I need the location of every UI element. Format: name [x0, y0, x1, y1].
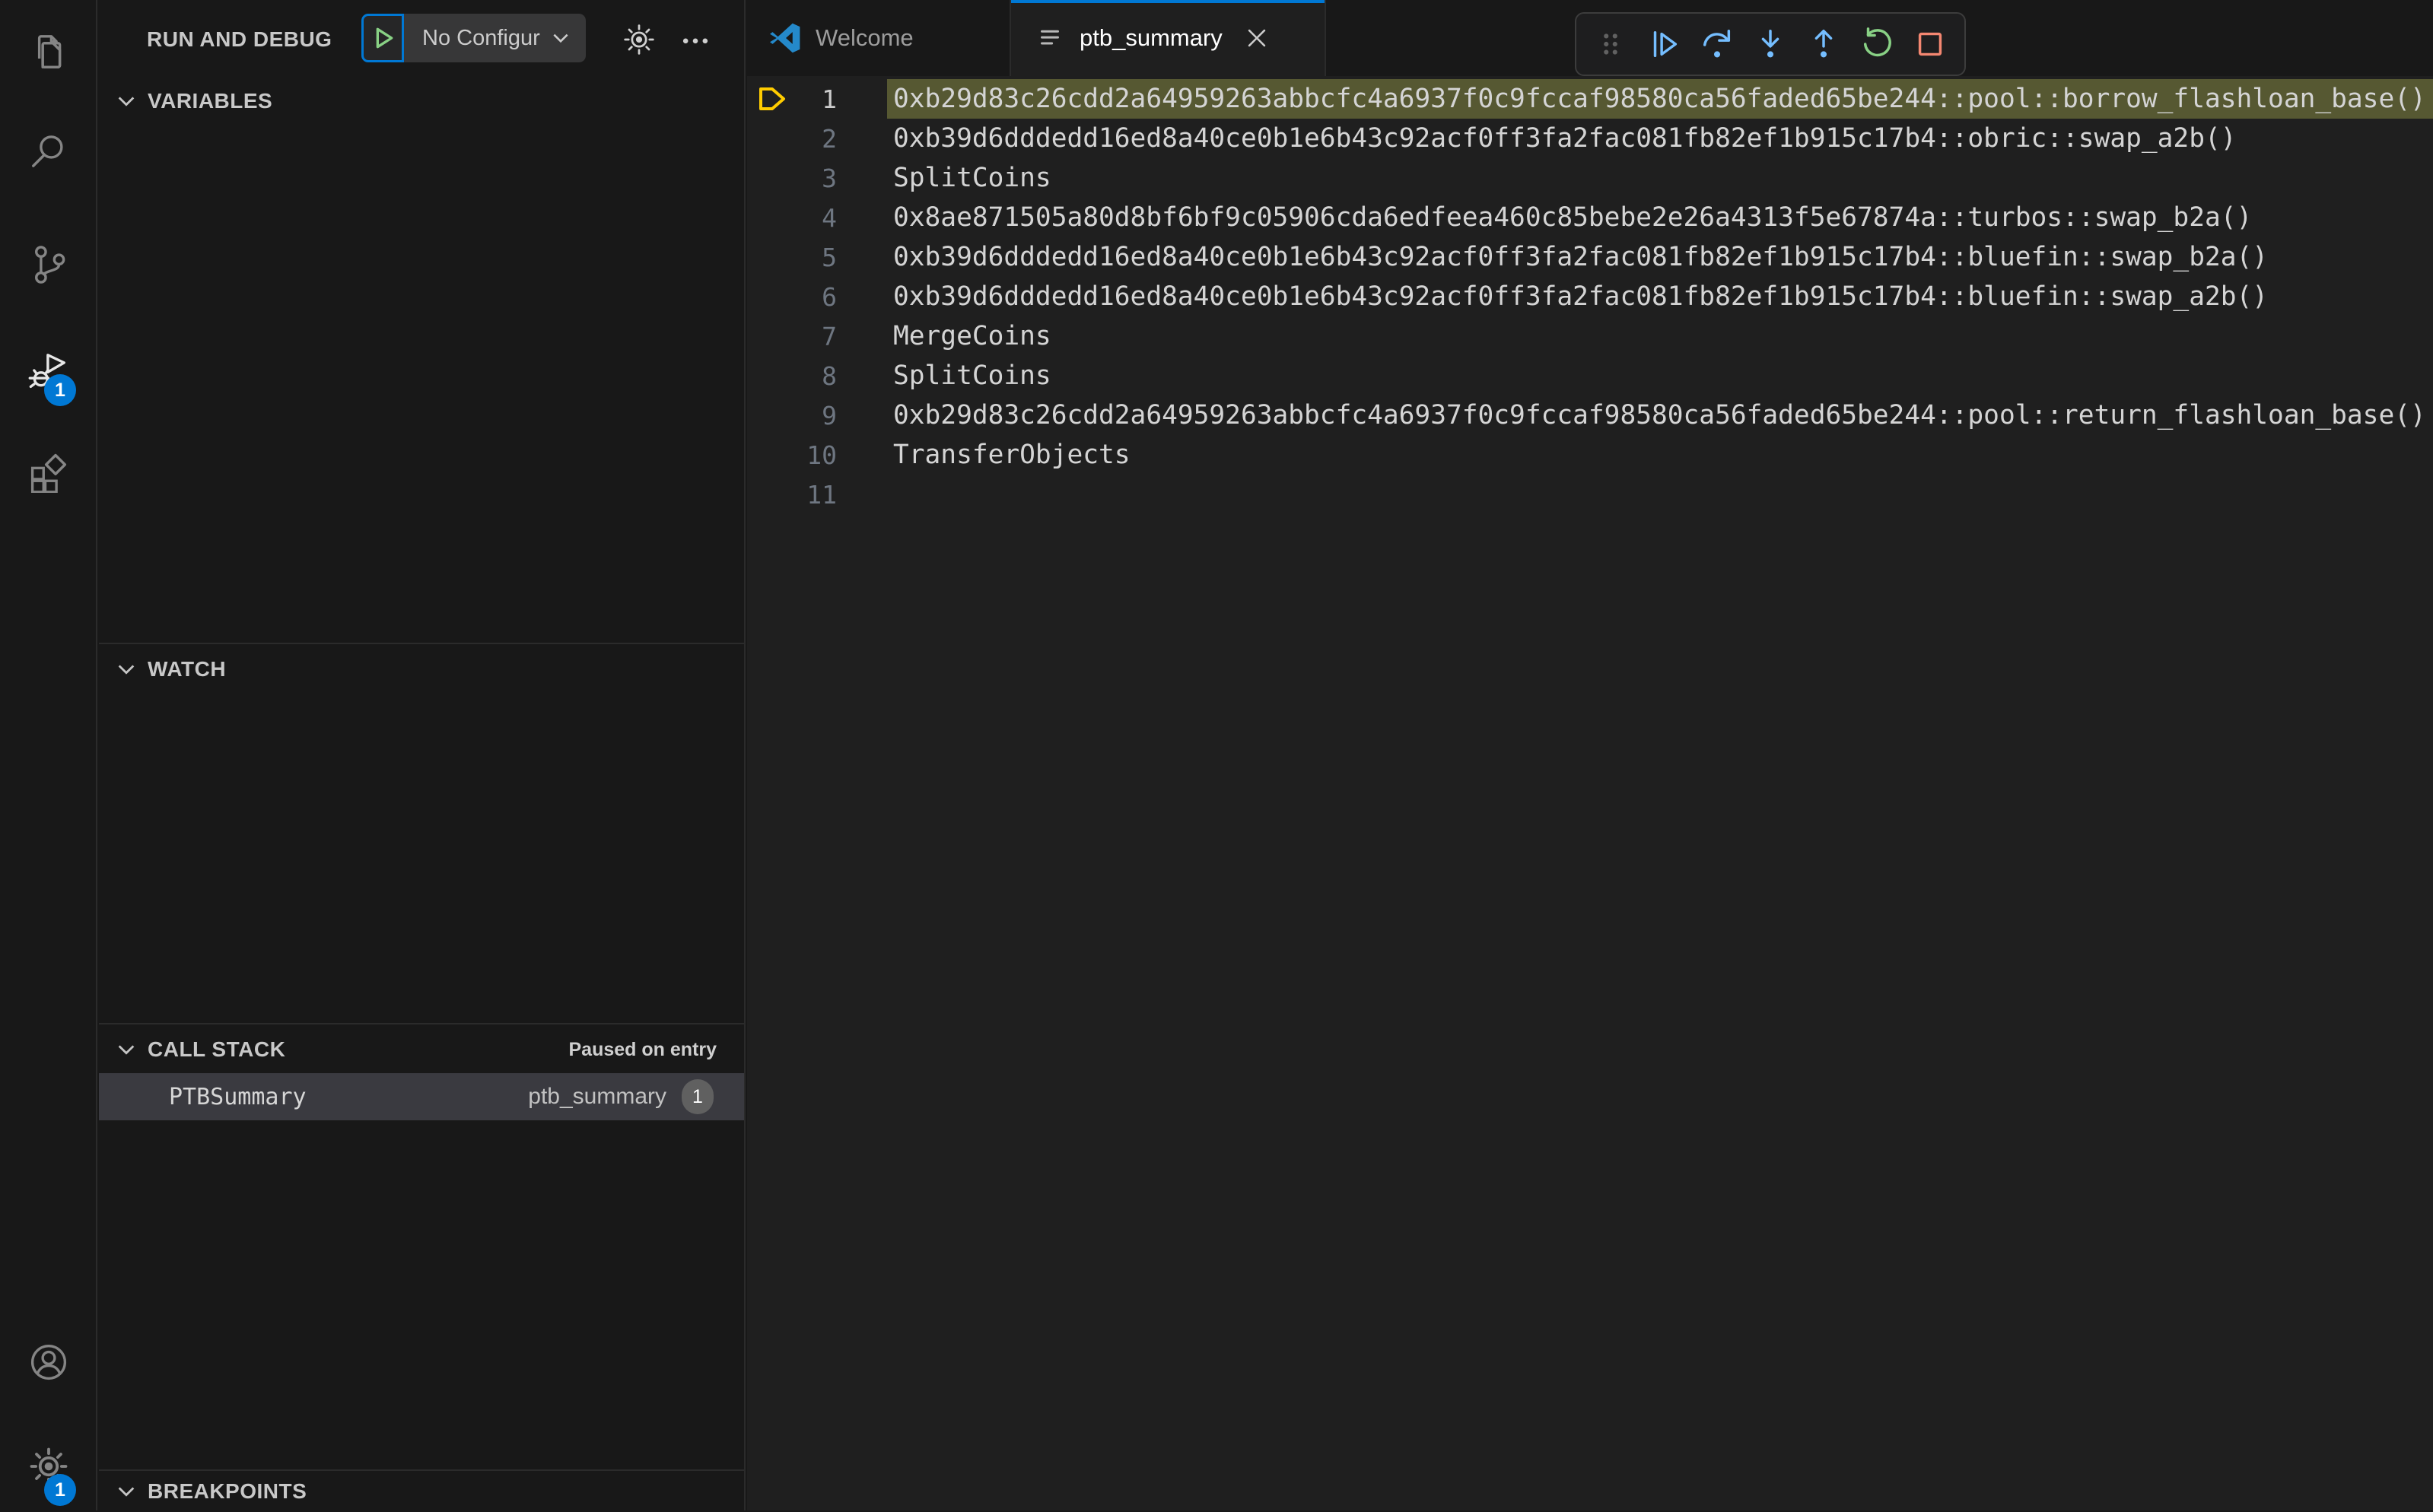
- line-text[interactable]: 0xb39d6dddedd16ed8a40ce0b1e6b43c92acf0ff…: [887, 237, 2433, 277]
- line-text[interactable]: 0xb39d6dddedd16ed8a40ce0b1e6b43c92acf0ff…: [887, 119, 2433, 158]
- line-number[interactable]: 11: [747, 480, 837, 510]
- line-number[interactable]: 2: [747, 124, 837, 154]
- code-line[interactable]: 6 0xb39d6dddedd16ed8a40ce0b1e6b43c92acf0f…: [747, 277, 2433, 316]
- line-text[interactable]: MergeCoins: [887, 316, 2433, 356]
- line-text[interactable]: [887, 475, 2433, 514]
- list-file-icon: [1034, 22, 1066, 54]
- code-line[interactable]: 11: [747, 475, 2433, 514]
- line-text[interactable]: 0x8ae871505a80d8bf6bf9c05906cda6edfeea46…: [887, 198, 2433, 237]
- extensions-icon[interactable]: [28, 452, 69, 493]
- close-icon[interactable]: [1244, 25, 1270, 51]
- debug-badge: 1: [44, 374, 76, 406]
- stack-frame-source: ptb_summary: [528, 1084, 666, 1110]
- step-out-icon[interactable]: [1797, 17, 1850, 71]
- step-over-icon[interactable]: [1690, 17, 1744, 71]
- variables-section-header[interactable]: VARIABLES: [99, 76, 744, 126]
- line-number[interactable]: 10: [747, 440, 837, 470]
- line-number[interactable]: 8: [747, 361, 837, 391]
- sidebar-title: RUN AND DEBUG: [147, 27, 332, 52]
- line-text[interactable]: TransferObjects: [887, 435, 2433, 475]
- line-number[interactable]: 6: [747, 282, 837, 312]
- watch-section-header[interactable]: WATCH: [99, 644, 744, 694]
- code-line[interactable]: 2 0xb39d6dddedd16ed8a40ce0b1e6b43c92acf0f…: [747, 119, 2433, 158]
- current-frame-arrow-icon: [758, 86, 787, 112]
- continue-icon[interactable]: [1637, 17, 1690, 71]
- stop-icon[interactable]: [1903, 17, 1957, 71]
- launch-controls: No Configur: [361, 14, 586, 62]
- sidebar-header: RUN AND DEBUG No Configur: [99, 0, 744, 79]
- code-line[interactable]: 9 0xb29d83c26cdd2a64959263abbcfc4a6937f0c…: [747, 395, 2433, 435]
- breakpoints-section-header[interactable]: BREAKPOINTS: [99, 1471, 744, 1512]
- call-stack-section: CALL STACK Paused on entry PTBSummaryptb…: [99, 1023, 744, 1469]
- chevron-down-icon: [116, 91, 137, 112]
- debug-settings-gear-icon[interactable]: [622, 23, 656, 56]
- line-number[interactable]: 4: [747, 203, 837, 233]
- breakpoints-section: BREAKPOINTS: [99, 1469, 744, 1510]
- debug-configuration-dropdown[interactable]: No Configur: [404, 14, 586, 62]
- line-text[interactable]: 0xb29d83c26cdd2a64959263abbcfc4a6937f0c9…: [887, 79, 2433, 119]
- code-line[interactable]: 7 MergeCoins: [747, 316, 2433, 356]
- debug-toolbar: [1575, 12, 1966, 76]
- call-stack-status: Paused on entry: [569, 1024, 717, 1075]
- chevron-down-icon: [116, 1039, 137, 1060]
- chevron-down-icon: [116, 1481, 137, 1502]
- line-text[interactable]: SplitCoins: [887, 158, 2433, 198]
- code-line[interactable]: 10xb29d83c26cdd2a64959263abbcfc4a6937f0c…: [747, 79, 2433, 119]
- stack-frame-name: PTBSummary: [169, 1084, 307, 1110]
- step-into-icon[interactable]: [1744, 17, 1797, 71]
- more-actions-icon[interactable]: [679, 23, 712, 56]
- restart-icon[interactable]: [1850, 17, 1903, 71]
- source-control-icon[interactable]: [28, 244, 69, 285]
- line-number[interactable]: 9: [747, 401, 837, 430]
- stack-frame-row[interactable]: PTBSummary ptb_summary 1: [99, 1073, 744, 1120]
- settings-badge: 1: [44, 1474, 76, 1506]
- code-line[interactable]: 4 0x8ae871505a80d8bf6bf9c05906cda6edfeea4…: [747, 198, 2433, 237]
- vscode-window: 1 1 RUN AND DEBUG: [0, 0, 2433, 1510]
- start-debugging-button[interactable]: [361, 14, 404, 62]
- account-icon[interactable]: [28, 1342, 69, 1383]
- chevron-down-icon: [551, 28, 571, 48]
- variables-section: VARIABLES: [99, 76, 744, 643]
- code-line[interactable]: 10 TransferObjects: [747, 435, 2433, 475]
- editor-area: Welcome ptb_summary: [747, 0, 2433, 1510]
- line-number[interactable]: 5: [747, 243, 837, 272]
- code-editor[interactable]: 10xb29d83c26cdd2a64959263abbcfc4a6937f0c…: [747, 76, 2433, 1510]
- toolbar-drag-handle[interactable]: [1584, 17, 1637, 71]
- explorer-icon[interactable]: [28, 31, 69, 72]
- line-number[interactable]: 7: [747, 322, 837, 351]
- activity-bar: 1 1: [0, 0, 97, 1510]
- tab-ptb-summary[interactable]: ptb_summary: [1011, 0, 1326, 76]
- line-text[interactable]: 0xb39d6dddedd16ed8a40ce0b1e6b43c92acf0ff…: [887, 277, 2433, 316]
- line-text[interactable]: 0xb29d83c26cdd2a64959263abbcfc4a6937f0c9…: [887, 395, 2433, 435]
- stack-frame-badge: 1: [682, 1079, 714, 1114]
- code-line[interactable]: 3 SplitCoins: [747, 158, 2433, 198]
- run-and-debug-sidebar: RUN AND DEBUG No Configur: [99, 0, 746, 1510]
- line-number[interactable]: 3: [747, 164, 837, 193]
- search-icon[interactable]: [28, 131, 69, 172]
- debug-configuration-label: No Configur: [422, 26, 540, 51]
- code-line[interactable]: 5 0xb39d6dddedd16ed8a40ce0b1e6b43c92acf0f…: [747, 237, 2433, 277]
- tab-welcome[interactable]: Welcome: [747, 0, 1011, 76]
- watch-section: WATCH: [99, 643, 744, 1023]
- line-text[interactable]: SplitCoins: [887, 356, 2433, 395]
- chevron-down-icon: [116, 659, 137, 680]
- vscode-logo-icon: [770, 22, 802, 54]
- code-line[interactable]: 8 SplitCoins: [747, 356, 2433, 395]
